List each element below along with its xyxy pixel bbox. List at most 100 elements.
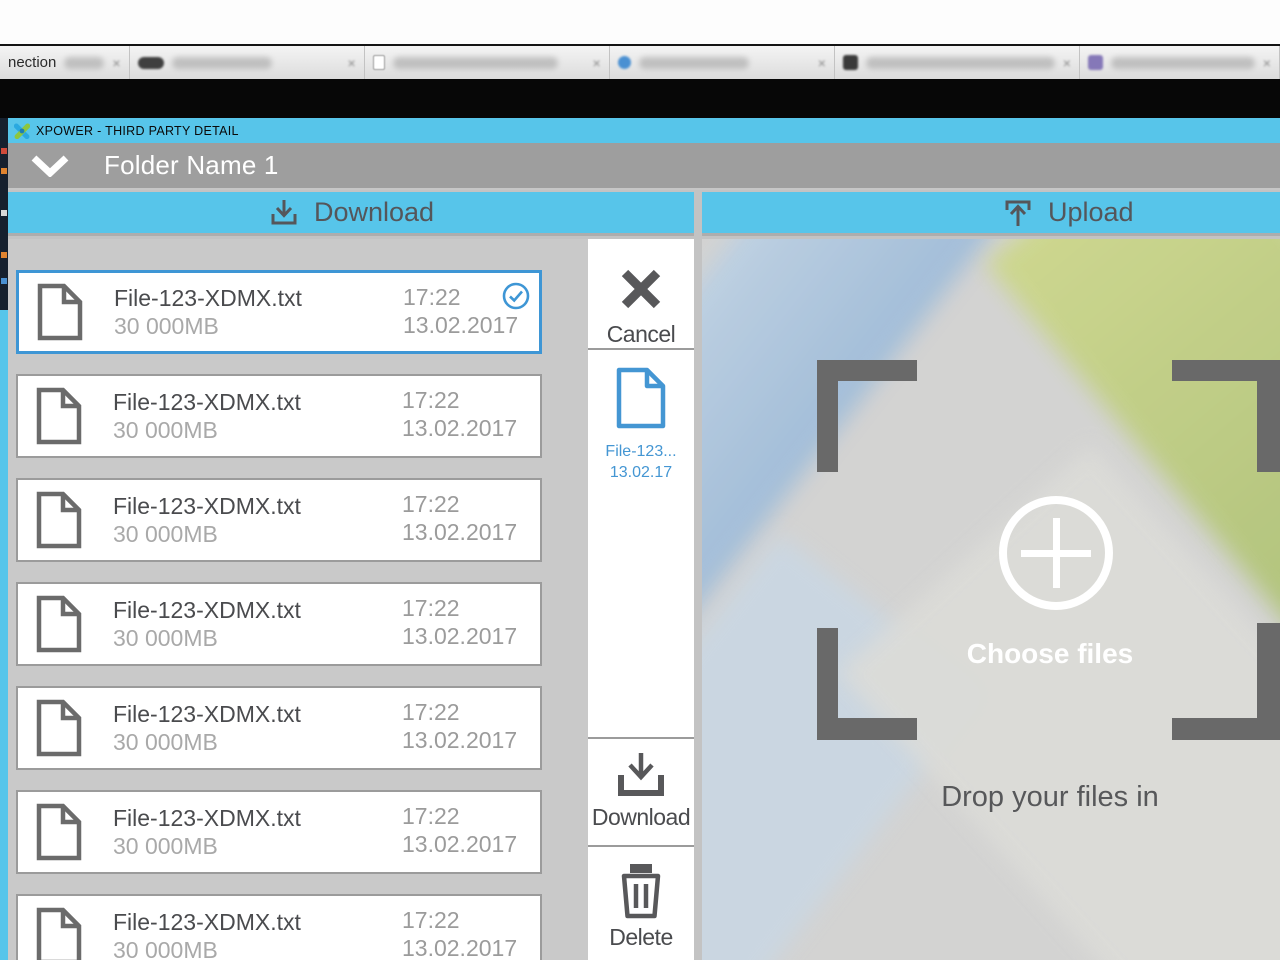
selected-check-icon[interactable]	[502, 282, 530, 310]
download-tray-icon	[271, 199, 297, 224]
file-row[interactable]: File-123-XDMX.txt 30 000MB 17:22 13.02.2…	[16, 686, 542, 770]
choose-files-label[interactable]: Choose files	[817, 638, 1280, 670]
file-size: 30 000MB	[113, 729, 218, 755]
file-time: 17:22	[402, 387, 460, 413]
background-icon-dot	[1, 168, 7, 174]
selected-file-preview: File-123... 13.02.17	[588, 352, 694, 735]
blurred-tab-title	[638, 56, 749, 69]
background-icon-dot	[1, 252, 7, 258]
delete-button[interactable]: Delete	[588, 845, 694, 960]
file-icon	[36, 803, 82, 861]
file-time: 17:22	[402, 803, 460, 829]
tab-close-icon[interactable]: ×	[1063, 55, 1071, 71]
blurred-browser-tab[interactable]: ×	[610, 46, 835, 79]
blurred-tab-title	[865, 56, 1055, 69]
file-row[interactable]: File-123-XDMX.txt 30 000MB 17:22 13.02.2…	[16, 478, 542, 562]
selected-file-date: 13.02.17	[609, 464, 673, 481]
tab-close-icon[interactable]: ×	[112, 55, 120, 71]
file-row[interactable]: File-123-XDMX.txt 30 000MB 17:22 13.02.2…	[16, 582, 542, 666]
blurred-tab-title	[171, 56, 272, 69]
file-date: 13.02.2017	[403, 312, 519, 338]
blurred-tab-title	[392, 56, 558, 69]
file-icon	[36, 595, 82, 653]
drop-files-hint: Drop your files in	[941, 781, 1159, 813]
folder-name-label: Folder Name 1	[104, 150, 279, 180]
tab-close-icon[interactable]: ×	[592, 55, 600, 71]
file-icon	[36, 387, 82, 445]
upload-tray-icon	[1005, 200, 1031, 226]
desktop-background	[0, 79, 1280, 118]
file-time: 17:22	[402, 595, 460, 621]
file-date: 13.02.2017	[402, 935, 518, 960]
trash-icon	[621, 864, 661, 919]
tab-label: nection	[8, 54, 57, 71]
blurred-browser-tab[interactable]: ×	[835, 46, 1080, 79]
window-title-bar: XPOWER - THIRD PARTY DETAIL	[8, 118, 1280, 143]
file-name: File-123-XDMX.txt	[113, 493, 301, 519]
browser-tab[interactable]: nection ×	[0, 46, 130, 79]
action-column: Cancel File-123... 13.02.17 Download Del…	[588, 239, 694, 960]
file-size: 30 000MB	[113, 937, 218, 960]
download-tray-icon	[618, 753, 664, 796]
tab-close-icon[interactable]: ×	[348, 55, 356, 71]
file-time: 17:22	[402, 491, 460, 517]
blurred-browser-tab[interactable]: ×	[130, 46, 365, 79]
file-size: 30 000MB	[113, 417, 218, 443]
file-date: 13.02.2017	[402, 623, 518, 649]
chevron-down-icon[interactable]	[30, 154, 70, 177]
upload-dropzone[interactable]: Choose files Drop your files in	[702, 239, 1280, 960]
file-name: File-123-XDMX.txt	[113, 701, 301, 727]
file-time: 17:22	[402, 699, 460, 725]
download-pane-title: Download	[313, 197, 435, 227]
delete-label: Delete	[609, 924, 673, 950]
xpower-logo-icon	[14, 123, 30, 139]
file-time: 17:22	[402, 907, 460, 933]
cancel-button[interactable]: Cancel	[588, 239, 694, 350]
tab-close-icon[interactable]: ×	[818, 55, 826, 71]
background-window-sliver	[0, 118, 8, 960]
folder-header-bar[interactable]: Folder Name 1	[8, 143, 1280, 190]
tab-close-icon[interactable]: ×	[1263, 55, 1271, 71]
purple-square-tab-icon	[1087, 55, 1103, 70]
blue-dot-tab-icon	[617, 56, 631, 69]
blurred-browser-tab[interactable]: ×	[365, 46, 610, 79]
file-time: 17:22	[403, 284, 461, 310]
download-label: Download	[591, 804, 691, 830]
file-icon	[36, 907, 82, 960]
file-icon	[37, 283, 83, 341]
file-row[interactable]: File-123-XDMX.txt 30 000MB 17:22 13.02.2…	[16, 790, 542, 874]
file-name: File-123-XDMX.txt	[114, 285, 302, 311]
browser-toolbar-area	[0, 0, 1280, 44]
xpower-window: XPOWER - THIRD PARTY DETAIL Folder Name …	[8, 118, 1280, 960]
download-button[interactable]: Download	[588, 737, 694, 843]
cancel-label: Cancel	[606, 321, 676, 347]
close-icon	[621, 269, 661, 309]
file-row[interactable]: File-123-XDMX.txt 30 000MB 17:22 13.02.2…	[16, 270, 542, 354]
dark-square-tab-icon	[842, 55, 858, 70]
file-date: 13.02.2017	[402, 519, 518, 545]
file-row[interactable]: File-123-XDMX.txt 30 000MB 17:22 13.02.2…	[16, 894, 542, 960]
bracket-top-left	[817, 360, 838, 472]
file-size: 30 000MB	[113, 521, 218, 547]
background-icon-dot	[1, 148, 7, 154]
selected-file-name: File-123...	[605, 443, 677, 460]
add-files-button[interactable]	[999, 496, 1113, 610]
file-row[interactable]: File-123-XDMX.txt 30 000MB 17:22 13.02.2…	[16, 374, 542, 458]
background-icon-dot	[1, 278, 7, 284]
file-name: File-123-XDMX.txt	[113, 389, 301, 415]
upload-pane-title: Upload	[1048, 197, 1134, 227]
file-name: File-123-XDMX.txt	[113, 805, 301, 831]
file-icon	[36, 699, 82, 757]
blurred-tab-title	[1110, 56, 1255, 69]
blurred-tab-title	[64, 56, 105, 69]
download-pane-header: Download	[8, 192, 694, 236]
file-date: 13.02.2017	[402, 415, 518, 441]
file-size: 30 000MB	[113, 833, 218, 859]
background-icon-dot	[1, 210, 7, 216]
file-name: File-123-XDMX.txt	[113, 909, 301, 935]
plus-icon	[1052, 518, 1060, 588]
file-date: 13.02.2017	[402, 831, 518, 857]
bracket-top-right	[1257, 360, 1280, 472]
blurred-browser-tab[interactable]: ×	[1080, 46, 1280, 79]
file-date: 13.02.2017	[402, 727, 518, 753]
